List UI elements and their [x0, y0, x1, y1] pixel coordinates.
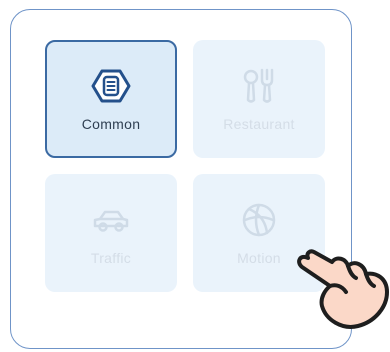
category-label-restaurant: Restaurant [223, 116, 295, 132]
category-tile-common[interactable]: Common [45, 40, 177, 158]
category-tile-traffic[interactable]: Traffic [45, 174, 177, 292]
hexagon-menu-icon [91, 69, 131, 103]
basketball-icon [242, 203, 276, 237]
pointing-hand-icon [297, 249, 389, 329]
category-tile-restaurant[interactable]: Restaurant [193, 40, 325, 158]
category-label-motion: Motion [237, 250, 281, 266]
category-label-traffic: Traffic [90, 250, 132, 266]
car-icon [93, 210, 129, 232]
category-label-common: Common [81, 116, 141, 132]
screen: Common Restaurant Traffic Motion [0, 0, 390, 352]
spoon-fork-icon [243, 68, 274, 103]
